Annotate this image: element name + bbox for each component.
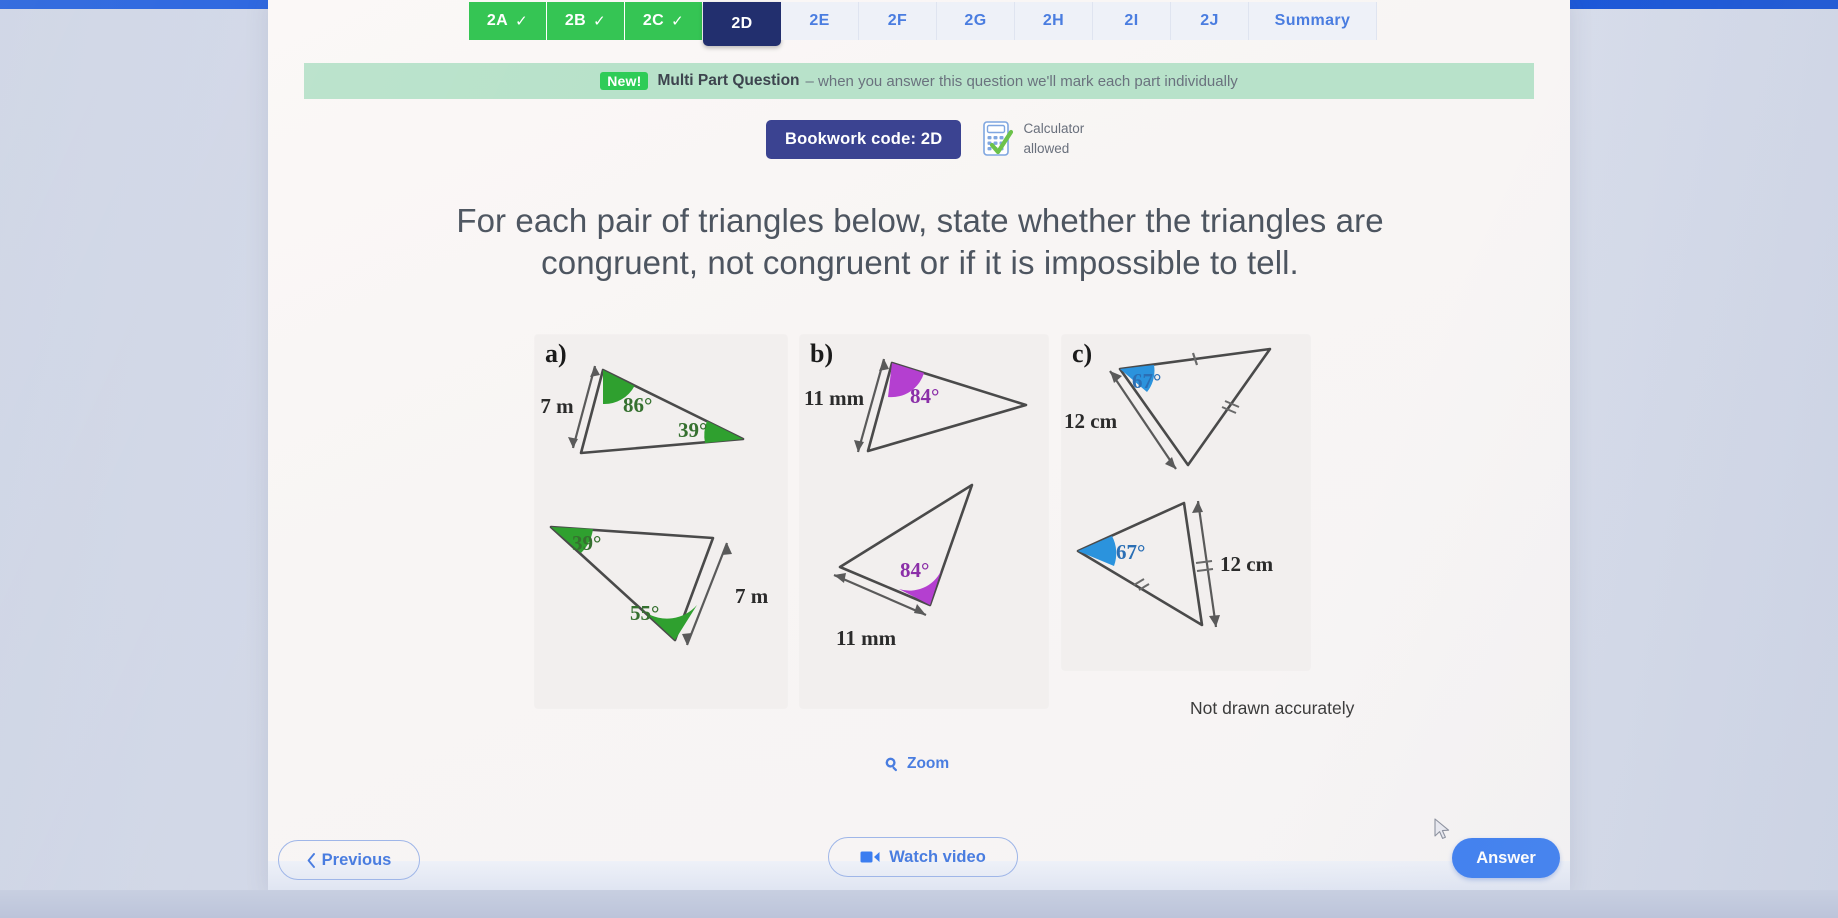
calculator-allowed-block: Calculator allowed xyxy=(983,119,1084,158)
previous-label: Previous xyxy=(321,850,392,869)
panel-c-figure: 12 cm 67° 67° 12 cm xyxy=(1064,347,1274,628)
check-icon: ✓ xyxy=(515,13,529,30)
zoom-label: Zoom xyxy=(907,755,950,772)
previous-button[interactable]: Previous xyxy=(278,840,420,880)
tab-2h-label: 2H xyxy=(1042,12,1065,29)
bookwork-row: Bookwork code: 2D Calculator allowed xyxy=(766,118,1084,160)
calculator-line-1: Calculator xyxy=(1023,121,1085,137)
question-line-2: congruent, not congruent or if it is imp… xyxy=(541,243,1299,281)
tab-2i[interactable]: 2I xyxy=(1093,2,1171,40)
calculator-line-2: allowed xyxy=(1023,141,1070,156)
tab-2c[interactable]: 2C ✓ xyxy=(625,2,703,40)
panel-a-label: a) xyxy=(545,339,567,368)
tab-summary-label: Summary xyxy=(1274,12,1351,29)
tab-2e[interactable]: 2E xyxy=(781,2,859,40)
tab-2c-label: 2C xyxy=(642,12,665,29)
bookwork-code-badge: Bookwork code: 2D xyxy=(766,119,962,159)
tab-2j-label: 2J xyxy=(1200,12,1219,29)
label-a-bot-7m: 7 m xyxy=(735,584,769,608)
diagram-panel-c: c) 12 cm 67° 67° 12 cm xyxy=(1062,335,1310,670)
video-camera-icon xyxy=(860,851,880,863)
tab-2g-label: 2G xyxy=(964,12,987,29)
multipart-banner: New! Multi Part Question – when you answ… xyxy=(304,63,1534,99)
panel-a-figure: 7 m 86° 39° 39° 55° 7 m xyxy=(540,365,769,646)
diagram-panel-a: a) 7 m 86° 39° 39° 55° 7 m xyxy=(535,335,787,708)
tab-2e-label: 2E xyxy=(809,12,830,29)
label-b-top-11mm: 11 mm xyxy=(804,386,865,410)
calculator-allowed-text: Calculator allowed xyxy=(1023,119,1084,158)
label-c-top-12cm: 12 cm xyxy=(1064,409,1118,433)
label-c-bot-12cm: 12 cm xyxy=(1220,552,1274,576)
question-tabs: 2A ✓ 2B ✓ 2C ✓ 2D 2E 2F 2G 2H 2I 2J Summary xyxy=(469,2,1377,46)
check-icon: ✓ xyxy=(671,13,685,30)
screen-bottom-band xyxy=(0,890,1838,918)
tab-2d[interactable]: 2D xyxy=(703,2,781,46)
question-text: For each pair of triangles below, state … xyxy=(330,200,1510,283)
tab-2j[interactable]: 2J xyxy=(1171,2,1249,40)
answer-label: Answer xyxy=(1476,848,1536,867)
tab-2a-label: 2A xyxy=(486,12,509,29)
check-icon: ✓ xyxy=(593,13,607,30)
diagram-panel-b: b) 11 mm 84° 84° 11 mm xyxy=(800,335,1048,708)
panel-c-label: c) xyxy=(1072,339,1093,368)
tab-2d-label: 2D xyxy=(731,15,753,32)
tab-2f-label: 2F xyxy=(887,12,908,29)
diagram-area: a) 7 m 86° 39° 39° 55° 7 m b) 11 mm 84° … xyxy=(530,335,1320,720)
tab-summary[interactable]: Summary xyxy=(1249,2,1377,40)
panel-b-figure: 11 mm 84° 84° 11 mm xyxy=(804,358,1028,650)
label-b-top-84: 84° xyxy=(910,384,939,408)
chevron-left-icon xyxy=(307,852,315,868)
new-badge: New! xyxy=(600,72,649,90)
answer-button[interactable]: Answer xyxy=(1452,838,1560,878)
label-c-bot-67: 67° xyxy=(1116,540,1145,564)
watch-video-label: Watch video xyxy=(889,847,986,866)
not-drawn-accurately-note: Not drawn accurately xyxy=(1190,698,1355,718)
tab-2i-label: 2I xyxy=(1124,12,1139,29)
calculator-allowed-icon xyxy=(983,121,1014,156)
label-a-top-7m: 7 m xyxy=(540,394,574,418)
tab-2b[interactable]: 2B ✓ xyxy=(547,2,625,40)
label-a-bot-55: 55° xyxy=(630,601,659,625)
tab-2b-label: 2B xyxy=(564,12,587,29)
label-b-bot-84: 84° xyxy=(900,558,929,582)
label-a-top-39: 39° xyxy=(678,418,707,442)
tab-2g[interactable]: 2G xyxy=(937,2,1015,40)
question-line-1: For each pair of triangles below, state … xyxy=(456,202,1384,239)
watch-video-button[interactable]: Watch video xyxy=(828,837,1018,877)
label-a-bot-39: 39° xyxy=(572,531,601,555)
label-c-top-67: 67° xyxy=(1132,369,1161,393)
mouse-cursor xyxy=(1434,818,1450,839)
multipart-description: – when you answer this question we'll ma… xyxy=(805,72,1238,90)
label-b-bot-11mm: 11 mm xyxy=(836,626,897,650)
tab-2a[interactable]: 2A ✓ xyxy=(469,2,547,40)
multipart-title: Multi Part Question xyxy=(657,72,800,89)
label-a-top-86: 86° xyxy=(623,393,652,417)
panel-b-label: b) xyxy=(810,339,834,368)
tab-2h[interactable]: 2H xyxy=(1015,2,1093,40)
tab-2f[interactable]: 2F xyxy=(859,2,937,40)
zoom-control[interactable]: Zoom xyxy=(884,755,949,773)
magnifier-icon xyxy=(885,757,898,772)
